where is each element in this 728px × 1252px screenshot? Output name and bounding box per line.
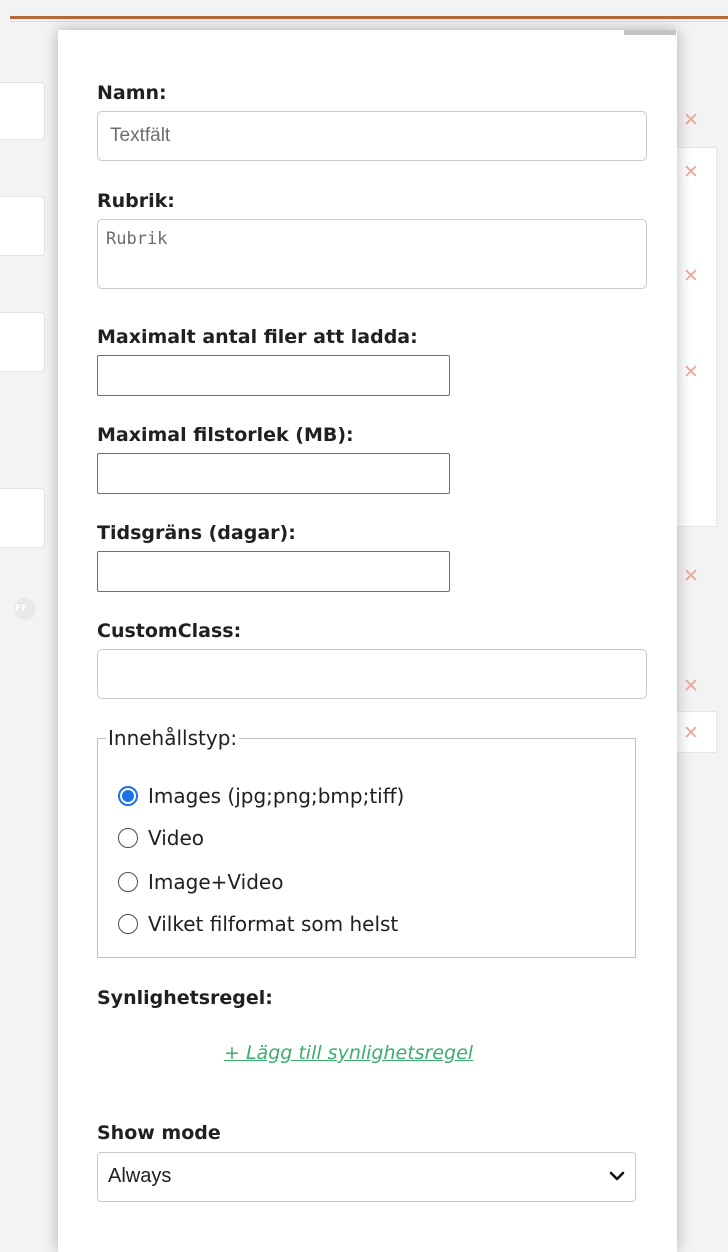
custom-class-label: CustomClass: [97, 620, 242, 642]
title-label: Rubrik: [97, 190, 175, 212]
radio[interactable] [118, 914, 138, 934]
close-icon[interactable]: ✕ [681, 566, 701, 586]
option-label: Video [148, 826, 205, 850]
panel-tab [624, 30, 676, 35]
option-label: Image+Video [148, 870, 284, 894]
name-input[interactable] [97, 111, 647, 161]
add-visibility-rule-link[interactable]: + Lägg till synlighetsregel [224, 1042, 473, 1064]
max-files-label: Maximalt antal filer att ladda: [97, 326, 418, 348]
background-field[interactable] [0, 82, 45, 140]
visibility-rule-label: Synlighetsregel: [97, 987, 273, 1009]
content-type-option-image-video[interactable]: Image+Video [118, 869, 283, 895]
content-type-legend: Innehållstyp: [108, 726, 238, 750]
radio[interactable] [118, 872, 138, 892]
background-field[interactable] [0, 488, 45, 548]
background-field[interactable] [0, 196, 45, 256]
option-label: Images (jpg;png;bmp;tiff) [148, 784, 405, 808]
background-badge: FF [14, 598, 36, 620]
chevron-down-icon [609, 1171, 625, 1181]
max-files-input[interactable] [97, 355, 450, 396]
background-card [676, 147, 717, 527]
option-label: Vilket filformat som helst [148, 912, 399, 936]
max-size-input[interactable] [97, 453, 450, 494]
title-textarea[interactable] [97, 219, 647, 289]
show-mode-label: Show mode [97, 1122, 221, 1144]
custom-class-input[interactable] [97, 649, 647, 699]
close-icon[interactable]: ✕ [681, 162, 701, 182]
max-size-label: Maximal filstorlek (MB): [97, 424, 354, 446]
accent-divider [10, 16, 728, 19]
time-limit-input[interactable] [97, 551, 450, 592]
close-icon[interactable]: ✕ [681, 723, 701, 743]
close-icon[interactable]: ✕ [681, 676, 701, 696]
show-mode-select[interactable]: Always [97, 1152, 636, 1202]
background-field[interactable] [0, 312, 45, 372]
content-type-option-images[interactable]: Images (jpg;png;bmp;tiff) [118, 783, 404, 809]
radio-checked[interactable] [118, 786, 138, 806]
close-icon[interactable]: ✕ [681, 362, 701, 382]
close-icon[interactable]: ✕ [681, 266, 701, 286]
radio[interactable] [118, 828, 138, 848]
close-icon[interactable]: ✕ [681, 110, 701, 130]
content-type-option-video[interactable]: Video [118, 825, 204, 851]
divider [10, 21, 728, 22]
time-limit-label: Tidsgräns (dagar): [97, 522, 296, 544]
top-bar [0, 0, 728, 28]
content-type-option-any[interactable]: Vilket filformat som helst [118, 911, 398, 937]
show-mode-value: Always [108, 1165, 172, 1187]
name-label: Namn: [97, 82, 167, 104]
